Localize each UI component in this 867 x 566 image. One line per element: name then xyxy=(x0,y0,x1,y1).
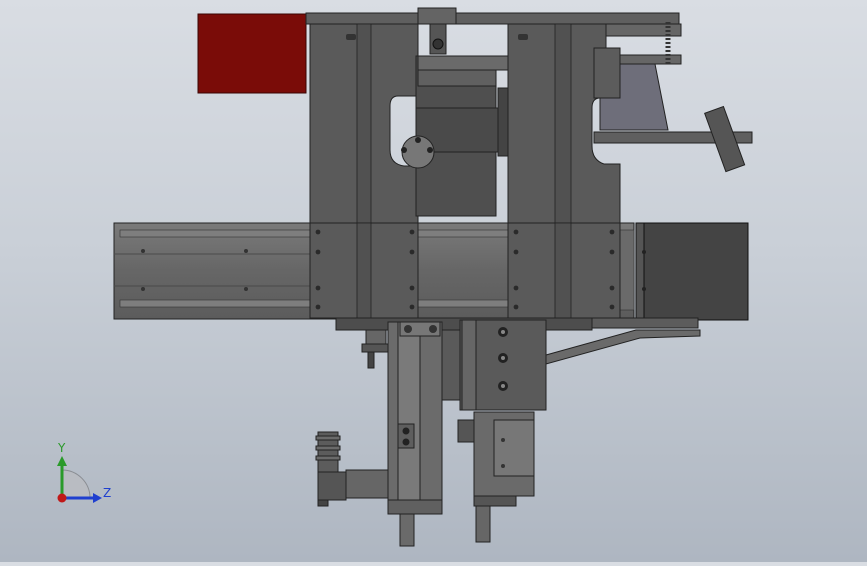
axis-triad xyxy=(57,456,102,503)
axis-z-label: Z xyxy=(103,486,112,500)
rail-motor xyxy=(635,222,749,321)
assembly-drawing[interactable] xyxy=(0,0,867,562)
cad-viewport[interactable]: Y Z xyxy=(0,0,867,562)
red-housing xyxy=(197,13,307,94)
top-plate xyxy=(305,12,680,25)
axis-y-label: Y xyxy=(58,441,66,455)
